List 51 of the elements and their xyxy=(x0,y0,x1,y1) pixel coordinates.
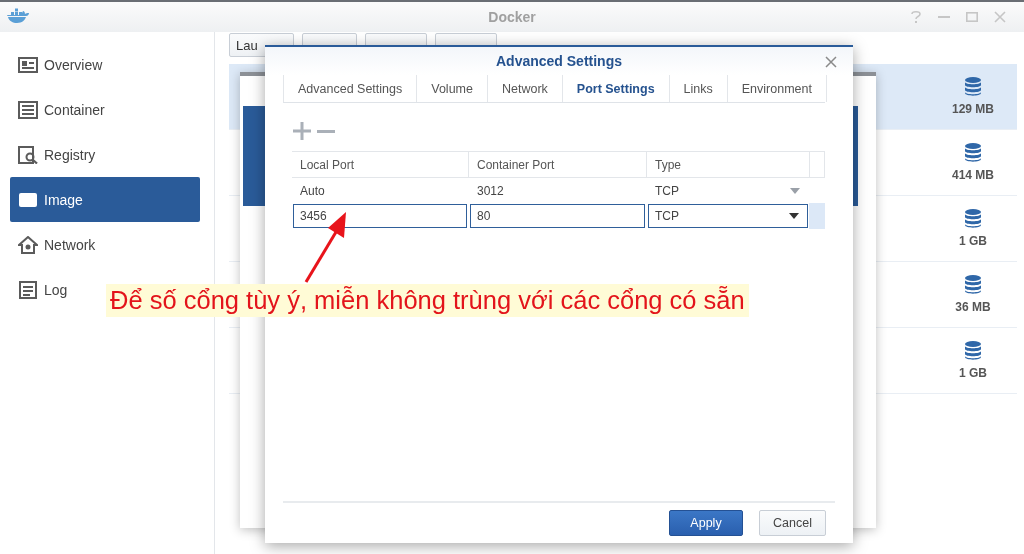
table-cell-text: Auto xyxy=(299,182,326,200)
close-icon[interactable] xyxy=(825,56,837,68)
sidebar-item[interactable]: Overview xyxy=(10,42,109,87)
cancel-button[interactable]: Cancel xyxy=(759,510,826,536)
database-icon xyxy=(965,77,981,96)
local-port-field[interactable]: 3456 xyxy=(293,204,467,228)
minimize-icon[interactable] xyxy=(938,16,950,18)
column-header: Type xyxy=(647,152,810,177)
database-icon xyxy=(965,341,981,360)
dialog-title: Advanced Settings xyxy=(496,53,622,69)
table-cell: TCP xyxy=(655,183,679,198)
apply-button[interactable]: Apply xyxy=(669,510,743,536)
sidebar-item[interactable]: Log xyxy=(10,267,74,312)
column-header: Container Port xyxy=(469,152,647,177)
tab[interactable]: Volume xyxy=(417,75,488,102)
database-icon xyxy=(965,209,981,228)
annotation-text: Để số cổng tùy ý, miễn không trùng với các cổng có sẵn xyxy=(106,284,749,317)
whale-icon xyxy=(6,8,30,24)
column-header: Local Port xyxy=(292,152,469,177)
window-title: Docker xyxy=(488,9,536,25)
database-icon xyxy=(965,275,981,294)
image-size: 129 MB xyxy=(952,102,994,116)
image-size: 414 MB xyxy=(952,168,994,182)
type-dropdown[interactable]: TCP xyxy=(648,204,808,228)
tab[interactable]: Advanced Settings xyxy=(284,75,418,102)
sidebar-item[interactable]: Registry xyxy=(10,132,102,177)
tab[interactable]: Environment xyxy=(727,75,827,102)
search-icon xyxy=(18,145,38,164)
id-card-icon xyxy=(18,55,38,74)
add-icon[interactable] xyxy=(293,122,311,140)
image-size: 1 GB xyxy=(959,234,987,248)
caret-icon xyxy=(789,213,799,219)
list-icon xyxy=(18,100,38,119)
help-icon[interactable] xyxy=(910,10,922,24)
table-cell-text: 3012 xyxy=(476,182,505,200)
container-port-field[interactable]: 80 xyxy=(470,204,645,228)
maximize-icon[interactable] xyxy=(966,12,978,22)
image-size: 1 GB xyxy=(959,366,987,380)
database-icon xyxy=(965,143,981,162)
document-icon xyxy=(18,280,38,299)
sidebar-item[interactable]: Image xyxy=(10,177,200,222)
sidebar-item[interactable]: Container xyxy=(10,87,111,132)
house-icon xyxy=(18,235,38,254)
image-size: 36 MB xyxy=(955,300,991,314)
close-icon[interactable] xyxy=(994,11,1006,23)
caret-icon xyxy=(790,187,800,194)
tab[interactable]: Network xyxy=(487,75,563,102)
remove-icon[interactable] xyxy=(317,129,335,133)
tab[interactable]: Links xyxy=(669,75,728,102)
sidebar-item[interactable]: Network xyxy=(10,222,102,267)
tab[interactable]: Port Settings xyxy=(562,75,670,102)
